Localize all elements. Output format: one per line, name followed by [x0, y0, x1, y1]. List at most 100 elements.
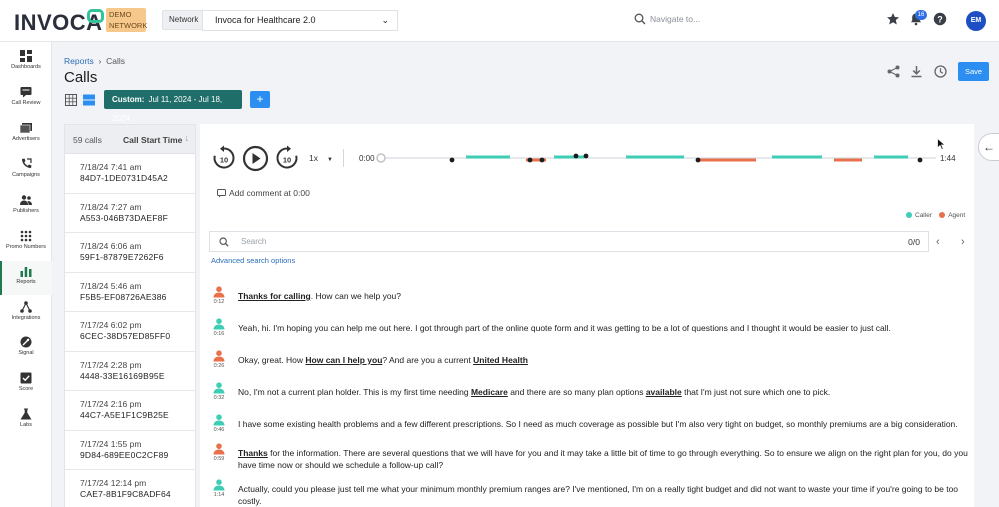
- keyword-highlight[interactable]: United Health: [473, 355, 528, 365]
- call-id: 4448-33E16169B95E: [80, 370, 165, 381]
- next-match-icon[interactable]: ›: [961, 236, 965, 248]
- call-id: 44C7-A5E1F1C9B25E: [80, 410, 169, 420]
- comment-icon: [217, 189, 226, 198]
- nav-item-labs[interactable]: Labs: [0, 408, 52, 442]
- call-list-row[interactable]: 7/17/24 6:02 pm 6CEC-38D57ED85FF0: [65, 312, 195, 352]
- breadcrumb-reports-link[interactable]: Reports: [64, 56, 94, 66]
- badge-line-2: NETWORK: [109, 21, 148, 30]
- call-start-time-column[interactable]: Call Start Time: [123, 135, 182, 145]
- transcript-text: Thanks for the information. There are se…: [238, 447, 978, 471]
- transcript-line[interactable]: 1:14 Actually, could you please just tell…: [210, 479, 980, 507]
- card-view-icon[interactable]: [83, 94, 95, 106]
- nav-item-call-review[interactable]: Call Review: [0, 86, 52, 120]
- nav-label: Promo Numbers: [5, 244, 47, 250]
- transcript-text-segment: Yeah, hi. I'm hoping you can help me out…: [238, 323, 891, 333]
- call-time: 7/17/24 2:28 pm: [80, 359, 142, 370]
- add-filter-button[interactable]: +: [250, 91, 270, 108]
- nav-item-promo-numbers[interactable]: Promo Numbers: [0, 230, 52, 264]
- nav-item-publishers[interactable]: Publishers: [0, 194, 52, 228]
- playback-total-time: 1:44: [940, 154, 956, 163]
- star-icon[interactable]: [886, 12, 900, 26]
- transcript-text: Thanks for calling. How can we help you?: [238, 290, 978, 302]
- nav-item-score[interactable]: Score: [0, 372, 52, 406]
- call-list-row[interactable]: 7/18/24 6:06 am 59F1-87879E7262F6: [65, 233, 195, 273]
- network-select[interactable]: Invoca for Healthcare 2.0 ⌄: [202, 10, 398, 31]
- nav-label: Integrations: [11, 315, 41, 321]
- call-list-row[interactable]: 7/18/24 5:46 am F5B5-EF08726AE386: [65, 273, 195, 312]
- caller-person-icon: [213, 382, 225, 394]
- keyword-highlight[interactable]: How can I help you: [305, 355, 382, 365]
- caller-person-icon: [213, 479, 225, 491]
- keyword-highlight[interactable]: Thanks: [238, 448, 268, 458]
- transcript-line[interactable]: 0:12 Thanks for calling. How can we help …: [210, 286, 980, 316]
- transcript-text-segment: for the information. There are several q…: [238, 448, 968, 470]
- previous-match-icon[interactable]: ‹: [936, 236, 940, 248]
- call-id: 9D84-689EE0C2CF89: [80, 449, 169, 460]
- skip-back-10-icon[interactable]: 10: [211, 145, 237, 171]
- transcript-line[interactable]: 0:32 No, I'm not a current plan holder. T…: [210, 382, 980, 412]
- download-icon[interactable]: [910, 65, 923, 78]
- chevron-down-icon: ⌄: [381, 15, 389, 25]
- navigate-search[interactable]: Navigate to...: [634, 13, 864, 29]
- nav-item-campaigns[interactable]: Campaigns: [0, 158, 52, 192]
- transcript-text-segment: No, I'm not a current plan holder. This …: [238, 387, 471, 397]
- skip-forward-10-icon[interactable]: 10: [274, 145, 300, 171]
- transcript-line[interactable]: 0:46 I have some existing health problems…: [210, 414, 980, 444]
- nav-item-reports[interactable]: Reports: [0, 261, 52, 295]
- transcript-line[interactable]: 0:26 Okay, great. How How can I help you?…: [210, 350, 980, 380]
- call-list-row[interactable]: 7/18/24 7:41 am 84D7-1DE0731D45A2: [65, 154, 195, 194]
- transcript-search-input[interactable]: Search 0/0: [209, 231, 929, 252]
- transcript-text: I have some existing health problems and…: [238, 418, 978, 430]
- grid-view-icon[interactable]: [65, 94, 77, 106]
- transcript-timestamp[interactable]: 0:32: [210, 395, 228, 401]
- help-icon[interactable]: ?: [933, 12, 947, 26]
- transcript-timestamp[interactable]: 0:59: [210, 456, 228, 462]
- timeline-marker: [527, 157, 533, 163]
- transcript-timestamp[interactable]: 0:12: [210, 299, 228, 305]
- transcript-timestamp[interactable]: 0:46: [210, 427, 228, 433]
- date-range-filter[interactable]: Custom: Jul 11, 2024 - Jul 18, 2024: [104, 90, 242, 123]
- timeline-marker: [917, 157, 923, 163]
- collapse-panel-button[interactable]: ←: [978, 133, 999, 161]
- call-review-icon: [20, 87, 32, 98]
- nav-item-signal[interactable]: Signal: [0, 336, 52, 370]
- playback-speed-select[interactable]: 1x ▼: [309, 153, 333, 163]
- keyword-highlight[interactable]: Medicare: [471, 387, 508, 397]
- agent-person-icon: [213, 350, 225, 362]
- play-icon[interactable]: [242, 145, 269, 172]
- transcript-timestamp[interactable]: 0:26: [210, 363, 228, 369]
- share-icon[interactable]: [887, 65, 900, 78]
- call-list-row[interactable]: 7/17/24 12:14 pm CAE7-8B1F9C8ADF64: [65, 470, 195, 507]
- transcript-timestamp[interactable]: 1:14: [210, 492, 228, 498]
- nav-label: Call Review: [11, 100, 41, 106]
- page-title: Calls: [64, 69, 98, 86]
- transcript-text-segment: that I'm just not sure which one to pick…: [681, 387, 831, 397]
- network-select-value: Invoca for Healthcare 2.0: [215, 15, 316, 25]
- legend-caller: Caller: [915, 212, 932, 219]
- nav-item-advertisers[interactable]: Advertisers: [0, 122, 52, 156]
- transcript-line[interactable]: 0:59 Thanks for the information. There ar…: [210, 443, 980, 473]
- history-clock-icon[interactable]: [934, 65, 947, 78]
- keyword-highlight[interactable]: Thanks for calling: [238, 291, 311, 301]
- playhead-handle[interactable]: [376, 153, 386, 163]
- keyword-highlight[interactable]: available: [646, 387, 682, 397]
- save-button[interactable]: Save: [958, 62, 989, 81]
- add-comment-button[interactable]: Add comment at 0:00: [217, 188, 310, 198]
- nav-item-integrations[interactable]: Integrations: [0, 301, 52, 335]
- transcript-line[interactable]: 0:16 Yeah, hi. I'm hoping you can help me…: [210, 318, 980, 348]
- call-list-row[interactable]: 7/17/24 2:16 pm 44C7-A5E1F1C9B25E: [65, 391, 195, 431]
- transcript-timestamp[interactable]: 0:16: [210, 331, 228, 337]
- nav-label: Advertisers: [12, 136, 40, 142]
- call-list-row[interactable]: 7/17/24 1:55 pm 9D84-689EE0C2CF89: [65, 431, 195, 470]
- call-list-row[interactable]: 7/17/24 2:28 pm 4448-33E16169B95E: [65, 352, 195, 391]
- agent-legend-dot: [939, 212, 946, 218]
- sort-arrow-icon[interactable]: ↓: [185, 133, 190, 143]
- arrow-left-icon: ←: [983, 140, 995, 154]
- nav-item-dashboards[interactable]: Dashboards: [0, 50, 52, 84]
- speaker-timeline[interactable]: [376, 150, 936, 168]
- advanced-search-link[interactable]: Advanced search options: [211, 256, 295, 265]
- navigate-search-placeholder: Navigate to...: [650, 14, 701, 24]
- call-time: 7/17/24 6:02 pm: [80, 320, 142, 330]
- call-list-row[interactable]: 7/18/24 7:27 am A553-046B73DAEF8F: [65, 194, 195, 233]
- user-avatar[interactable]: EM: [966, 11, 986, 31]
